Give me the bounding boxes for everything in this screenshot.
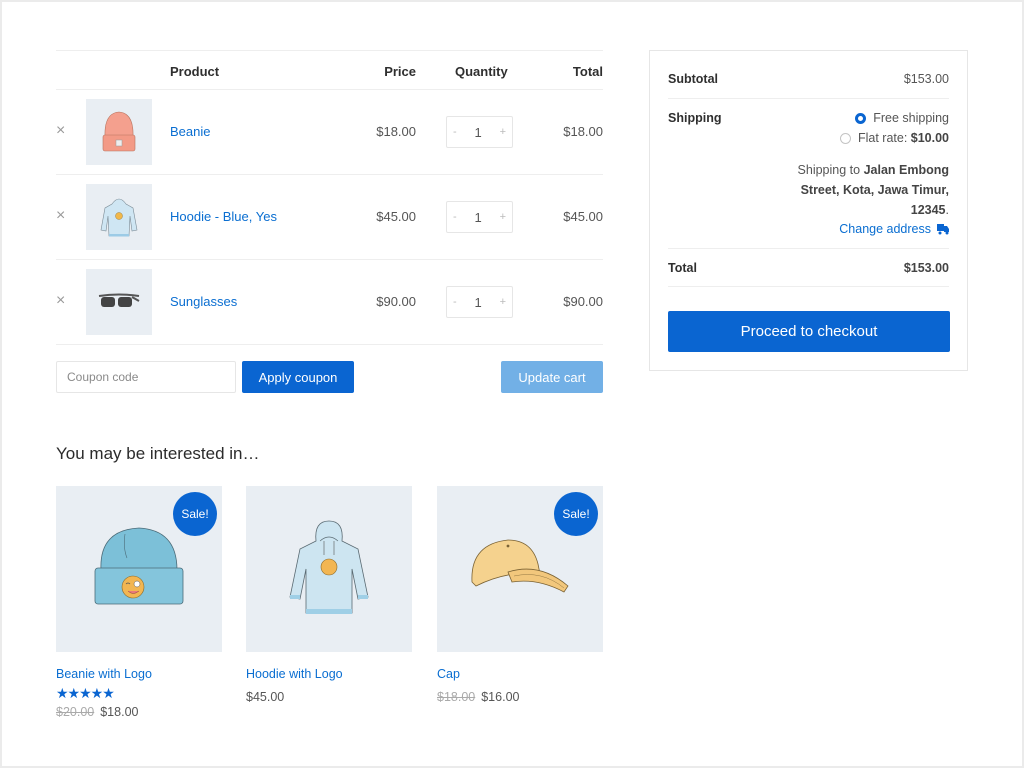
quantity-stepper[interactable]: - 1 + bbox=[446, 286, 513, 318]
product-thumbnail[interactable] bbox=[86, 184, 152, 250]
line-total: $45.00 bbox=[563, 209, 603, 224]
cart-table-header: Product Price Quantity Total bbox=[56, 50, 603, 90]
star-rating: ★★★★★ bbox=[56, 685, 115, 701]
truck-icon bbox=[937, 223, 949, 234]
hoodie-blue-icon bbox=[100, 198, 138, 237]
total-value: $153.00 bbox=[903, 261, 949, 275]
product-image[interactable]: Sale! bbox=[56, 486, 222, 652]
divider bbox=[668, 98, 949, 99]
beanie-orange-icon bbox=[102, 111, 136, 152]
sunglasses-icon bbox=[98, 293, 140, 307]
subtotal-value: $153.00 bbox=[903, 72, 949, 86]
increment-button[interactable]: + bbox=[500, 211, 506, 223]
product-link[interactable]: Hoodie - Blue, Yes bbox=[170, 209, 277, 224]
product-card[interactable]: Sale! Beanie with Logo ★★★★★ $20.00 $18.0… bbox=[56, 486, 222, 719]
product-title-link[interactable]: Cap bbox=[437, 667, 460, 681]
header-quantity: Quantity bbox=[455, 64, 508, 79]
product-card[interactable]: Hoodie with Logo $45.00 bbox=[246, 486, 412, 704]
product-link[interactable]: Beanie bbox=[170, 124, 210, 139]
coupon-code-input[interactable] bbox=[56, 361, 236, 393]
change-address-link[interactable]: Change address bbox=[839, 222, 949, 236]
sale-price: $16.00 bbox=[481, 690, 520, 704]
product-price: $45.00 bbox=[376, 209, 416, 224]
product-price: $90.00 bbox=[376, 294, 416, 309]
flat-rate-text: Flat rate: bbox=[857, 131, 911, 145]
line-total: $90.00 bbox=[563, 294, 603, 309]
remove-item-icon[interactable]: × bbox=[56, 208, 68, 224]
remove-item-icon[interactable]: × bbox=[56, 123, 68, 139]
product-price: $20.00 $18.00 bbox=[56, 705, 138, 719]
cart-actions: Apply coupon Update cart bbox=[56, 361, 603, 393]
regular-price: $20.00 bbox=[56, 705, 95, 719]
line-total: $18.00 bbox=[563, 124, 603, 139]
header-product: Product bbox=[170, 64, 220, 79]
divider bbox=[668, 248, 949, 249]
quantity-value[interactable]: 1 bbox=[475, 295, 482, 310]
product-link[interactable]: Sunglasses bbox=[170, 294, 237, 309]
increment-button[interactable]: + bbox=[500, 296, 506, 308]
subtotal-label: Subtotal bbox=[668, 72, 718, 86]
cart-row: × Hoodie - Blue, Yes $45.00 - 1 + $45.00 bbox=[56, 175, 603, 260]
decrement-button[interactable]: - bbox=[453, 296, 457, 308]
total-label: Total bbox=[668, 261, 697, 275]
change-address-label: Change address bbox=[839, 222, 931, 236]
shipping-to-prefix: Shipping to bbox=[797, 163, 864, 177]
flat-rate-amount: $10.00 bbox=[910, 131, 949, 145]
quantity-value[interactable]: 1 bbox=[475, 125, 482, 140]
sale-price: $18.00 bbox=[100, 705, 139, 719]
shipping-option-flat-rate[interactable]: Flat rate: $10.00 bbox=[839, 131, 949, 145]
sale-badge: Sale! bbox=[173, 492, 217, 536]
apply-coupon-button[interactable]: Apply coupon bbox=[242, 361, 354, 393]
shipping-label: Shipping bbox=[668, 111, 722, 125]
product-card[interactable]: Sale! Cap $18.00 $16.00 bbox=[437, 486, 603, 704]
remove-item-icon[interactable]: × bbox=[56, 293, 68, 309]
product-image[interactable]: Sale! bbox=[437, 486, 603, 652]
radio-selected-icon[interactable] bbox=[855, 112, 867, 124]
shipping-address: Shipping to Jalan Embong Street, Kota, J… bbox=[789, 160, 949, 220]
cross-sells-title: You may be interested in… bbox=[56, 444, 260, 463]
price: $45.00 bbox=[246, 690, 285, 704]
shipping-address-suffix: . bbox=[945, 203, 949, 217]
cart-totals: Subtotal $153.00 Shipping Free shipping … bbox=[649, 50, 968, 371]
cap-icon bbox=[471, 539, 569, 593]
shipping-option-label: Flat rate: $10.00 bbox=[858, 131, 949, 145]
cart-table: Product Price Quantity Total × Beanie $1… bbox=[56, 50, 603, 345]
cross-sells-list: Sale! Beanie with Logo ★★★★★ $20.00 $18.0… bbox=[56, 486, 603, 726]
decrement-button[interactable]: - bbox=[453, 126, 457, 138]
update-cart-button[interactable]: Update cart bbox=[501, 361, 603, 393]
product-title-link[interactable]: Beanie with Logo bbox=[56, 667, 152, 681]
decrement-button[interactable]: - bbox=[453, 211, 457, 223]
product-title-link[interactable]: Hoodie with Logo bbox=[246, 667, 343, 681]
product-price: $45.00 bbox=[246, 690, 284, 704]
divider bbox=[668, 286, 949, 287]
product-price: $18.00 $16.00 bbox=[437, 690, 519, 704]
sale-badge: Sale! bbox=[554, 492, 598, 536]
regular-price: $18.00 bbox=[437, 690, 476, 704]
hoodie-with-logo-icon bbox=[289, 520, 369, 614]
increment-button[interactable]: + bbox=[500, 126, 506, 138]
product-price: $18.00 bbox=[376, 124, 416, 139]
product-image[interactable] bbox=[246, 486, 412, 652]
radio-unselected-icon[interactable] bbox=[839, 132, 851, 144]
shipping-option-free[interactable]: Free shipping bbox=[855, 111, 949, 125]
quantity-stepper[interactable]: - 1 + bbox=[446, 116, 513, 148]
product-thumbnail[interactable] bbox=[86, 99, 152, 165]
cart-row: × Beanie $18.00 - 1 + $18.00 bbox=[56, 90, 603, 175]
shipping-option-label: Free shipping bbox=[873, 111, 949, 125]
proceed-to-checkout-button[interactable]: Proceed to checkout bbox=[668, 311, 950, 352]
cart-row: × Sunglasses $90.00 - 1 + $90.00 bbox=[56, 260, 603, 345]
quantity-stepper[interactable]: - 1 + bbox=[446, 201, 513, 233]
header-price: Price bbox=[384, 64, 416, 79]
product-thumbnail[interactable] bbox=[86, 269, 152, 335]
quantity-value[interactable]: 1 bbox=[475, 210, 482, 225]
beanie-with-logo-icon bbox=[94, 527, 184, 605]
header-total: Total bbox=[572, 64, 603, 79]
